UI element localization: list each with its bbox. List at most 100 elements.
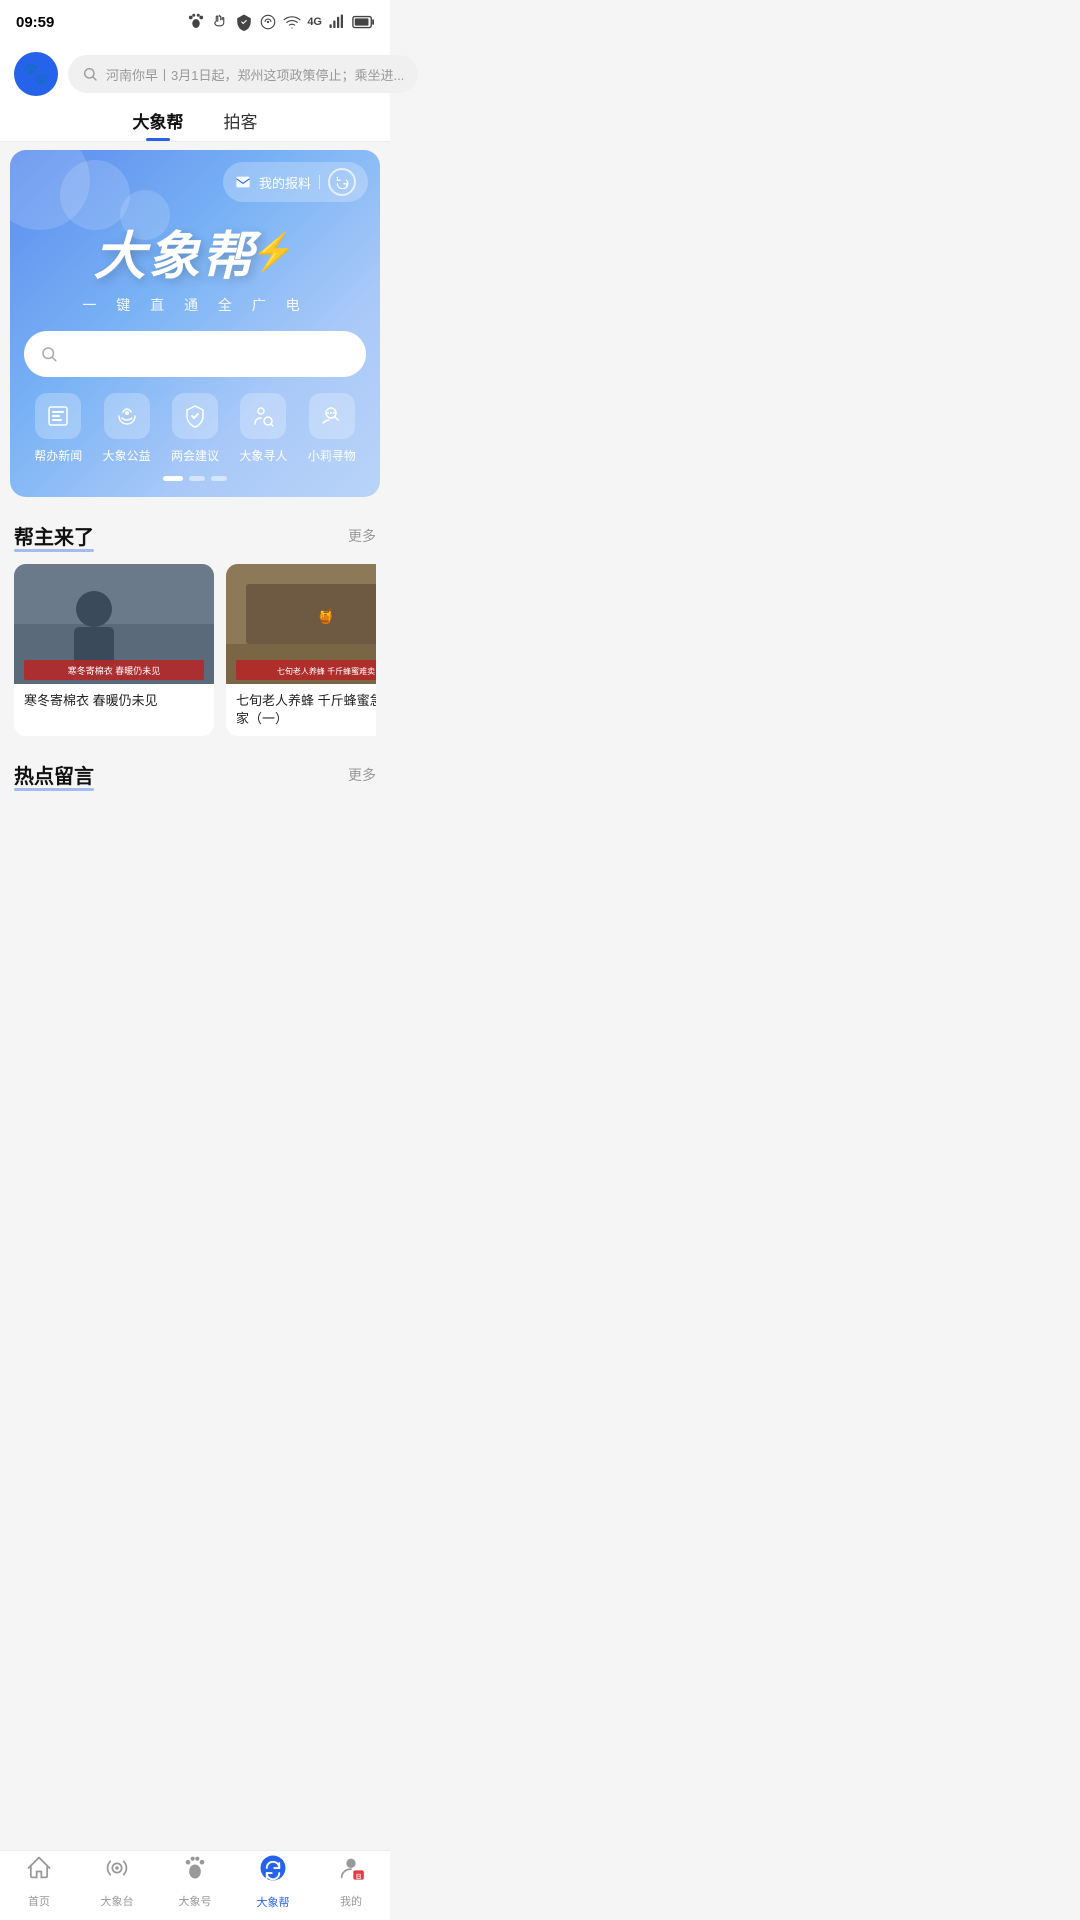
bangzhu-title: 帮主来了 [14,521,94,550]
xunren-label: 大象寻人 [239,447,287,464]
battery-icon [352,15,374,29]
refresh-nav-svg [258,1853,288,1883]
broadcast-svg [103,1854,131,1882]
hot-comments-more[interactable]: 更多 [348,765,376,785]
nav-daiangtai-label: 大象台 [101,1893,134,1909]
main-tabs: 大象帮 拍客 [0,96,390,142]
chat-nav-svg: 日 [337,1854,365,1882]
category-xunren[interactable]: 大象寻人 [239,393,287,464]
banner-dots [24,476,366,481]
svg-text:寒冬寄棉衣 春暖仍未见: 寒冬寄棉衣 春暖仍未见 [68,665,161,676]
mine-icon: 日 [337,1854,365,1889]
paw-nav-svg [181,1854,209,1882]
home-icon [25,1854,53,1889]
svg-text:七旬老人养蜂 千斤蜂蜜难卖: 七旬老人养蜂 千斤蜂蜜难卖 [277,666,375,676]
bubble-3 [120,190,170,240]
hero-title-text: 大象帮 [94,214,256,289]
header: 🐾 河南你早丨3月1日起，郑州这项政策停止；乘坐进... [0,44,390,96]
nav-home[interactable]: 首页 [0,1854,78,1909]
nav-mine-label: 我的 [340,1893,362,1909]
hero-subtitle: 一 键 直 通 全 广 电 [24,295,366,315]
hand-icon [211,13,229,31]
news-card-2-image: 🍯 七旬老人养蜂 千斤蜂蜜难卖 [226,564,376,684]
news-image-1-svg: 寒冬寄棉衣 春暖仍未见 [14,564,214,684]
daxiangbang-nav-icon [258,1853,288,1890]
status-time: 09:59 [16,14,54,31]
nav-daiangtai[interactable]: 大象台 [78,1854,156,1909]
wifi-icon [283,13,301,31]
bangban-icon [35,393,81,439]
nav-home-label: 首页 [28,1893,50,1909]
news-icon [46,404,70,428]
mine-badge-container: 日 [337,1854,365,1889]
tab-pake[interactable]: 拍客 [224,108,258,141]
tab-daxiangbang[interactable]: 大象帮 [133,108,184,141]
shield-icon [235,13,253,31]
lightning-icon: ⚡ [252,231,297,273]
nav-daxianghao-label: 大象号 [179,1893,212,1909]
category-bangban[interactable]: 帮办新闻 [34,393,82,464]
divider [319,175,320,189]
category-xunwu[interactable]: 小莉寻物 [308,393,356,464]
person-search-icon [251,404,275,428]
search-placeholder-text: 河南你早丨3月1日起，郑州这项政策停止；乘坐进... [106,65,404,84]
my-report-label: 我的报料 [259,173,311,192]
hero-title-container: 大象帮 ⚡ 一 键 直 通 全 广 电 [24,214,366,315]
search-icon [82,66,98,82]
hot-comments-header: 热点留言 更多 [14,760,376,789]
hero-search-bar[interactable] [24,331,366,377]
category-gongyi[interactable]: 大象公益 [103,393,151,464]
news-card-2-title: 七旬老人养蜂 千斤蜂蜜急需买家（一） [226,684,376,736]
daiangtai-icon [103,1854,131,1889]
status-icons: 4G [187,13,374,31]
news-image-2-svg: 🍯 七旬老人养蜂 千斤蜂蜜难卖 [226,564,376,684]
gongyi-icon [104,393,150,439]
dot-2 [189,476,205,481]
4g-icon: 4G [307,16,322,28]
jianyan-icon [172,393,218,439]
news-card-1[interactable]: 寒冬寄棉衣 春暖仍未见 寒冬寄棉衣 春暖仍未见 [14,564,214,736]
bottom-nav: 首页 大象台 大象号 [0,1850,390,1920]
bangban-label: 帮办新闻 [34,447,82,464]
bangzhu-header: 帮主来了 更多 [14,521,376,550]
daxianghao-icon [181,1854,209,1889]
svg-text:🍯: 🍯 [317,608,334,625]
signal-round-icon [259,13,277,31]
nav-daxianghao[interactable]: 大象号 [156,1854,234,1909]
status-bar: 09:59 4G [0,0,390,44]
dot-1 [163,476,183,481]
xunwu-label: 小莉寻物 [308,447,356,464]
check-shield-icon [183,404,207,428]
my-report-button[interactable]: 我的报料 [223,162,368,202]
app-logo[interactable]: 🐾 [14,52,58,96]
hero-title: 大象帮 ⚡ [24,214,366,289]
chat-search-icon [320,404,344,428]
bangzhu-section: 帮主来了 更多 寒冬寄棉衣 春暖仍未见 寒冬寄棉衣 春暖仍未见 [0,505,390,744]
jianyan-label: 两会建议 [171,447,219,464]
refresh-icon [335,175,349,189]
envelope-icon [235,174,251,190]
news-card-2[interactable]: 🍯 七旬老人养蜂 千斤蜂蜜难卖 七旬老人养蜂 千斤蜂蜜急需买家（一） [226,564,376,736]
hero-banner: 我的报料 大象帮 ⚡ 一 键 直 通 全 广 电 [10,150,380,497]
header-search-bar[interactable]: 河南你早丨3月1日起，郑州这项政策停止；乘坐进... [68,55,418,93]
category-jianyan[interactable]: 两会建议 [171,393,219,464]
logo-paw-icon: 🐾 [22,61,49,87]
nav-daxiangbang[interactable]: 大象帮 [234,1853,312,1910]
xunren-icon [240,393,286,439]
bangzhu-more[interactable]: 更多 [348,526,376,546]
category-grid: 帮办新闻 大象公益 两会建议 [24,393,366,464]
gongyi-label: 大象公益 [103,447,151,464]
news-card-1-title: 寒冬寄棉衣 春暖仍未见 [14,684,214,718]
paw-icon [187,13,205,31]
svg-text:日: 日 [356,1874,362,1881]
signal-bars-icon [328,13,346,31]
home-svg [25,1854,53,1882]
nav-daxiangbang-label: 大象帮 [257,1894,290,1910]
hands-icon [115,404,139,428]
nav-mine[interactable]: 日 我的 [312,1854,390,1909]
hot-comments-title: 热点留言 [14,760,94,789]
hero-search-icon [40,345,58,363]
refresh-button[interactable] [328,168,356,196]
xunwu-icon [309,393,355,439]
dot-3 [211,476,227,481]
